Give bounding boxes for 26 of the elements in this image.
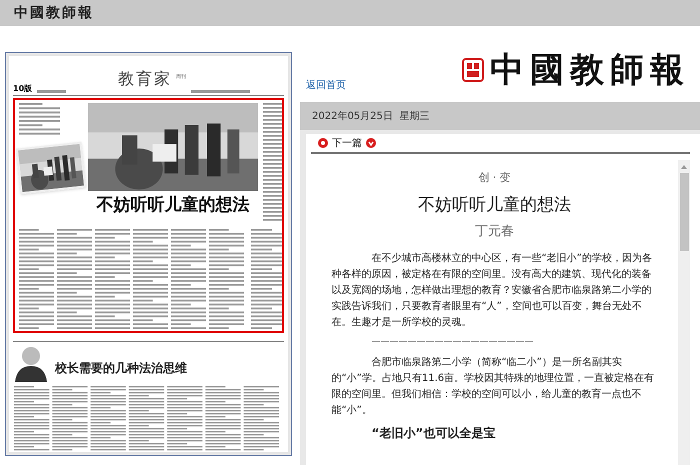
article-paragraph: 合肥市临泉路第二小学（简称“临二小”）是一所名副其实的“小”学。占地只有11.6亩。学校因其特殊的地理位置，一直被定格在有限的空间里。但我们相信：学校的空间可以小，给儿童的教育一点也不能“小”。 [332,356,656,418]
scroll-thumb[interactable] [680,173,688,251]
article-headline: 校长需要的几种法治思维 [55,362,187,374]
article-title: 不妨听听儿童的想法 [418,194,571,216]
dot-icon [318,138,328,148]
article-headline: 不妨听听儿童的想法 [96,197,250,214]
date-text-drawing [36,90,66,94]
article-paragraph: 在不少城市高楼林立的中心区，有一些“老旧小”的学校，因为各种各样的原因，被定格在有限的空间里。没有高大的建筑、现代化的装备以及宽阔的场地，怎样做出理想的教育？安徽省合肥市临泉路第二小学的实践告诉我们，只要教育者眼里有“人”，空间也可以百变，舞台无处不在。生趣才是一所学校的灵魂。 [332,252,653,330]
home-link[interactable]: 返回首页 [306,78,346,92]
seal-icon [462,58,484,82]
scrollbar[interactable] [678,160,690,465]
section-heading: “老旧小”也可以全是宝 [370,424,496,442]
article-kicker: 创 · 变 [478,170,511,186]
article-author: 丁元春 [475,222,514,241]
intro-text-drawing [18,103,62,138]
section-title: 教育家 [118,71,172,88]
person-figure-icon [13,344,49,382]
date-text: 2022年05月25日 星期三 [312,110,430,124]
masthead-text-drawing [190,90,250,94]
logo[interactable]: 中國教師報 [14,2,94,24]
masthead-logo: 中國教師報 [490,53,690,87]
scroll-up-icon[interactable] [680,163,688,171]
next-article-link[interactable]: 下一篇 [332,136,362,150]
highlighted-article[interactable]: 不妨听听儿童的想法 [13,98,284,333]
page-number: 10版 [13,85,32,94]
separator-dashes: —————————————————— [370,336,534,350]
